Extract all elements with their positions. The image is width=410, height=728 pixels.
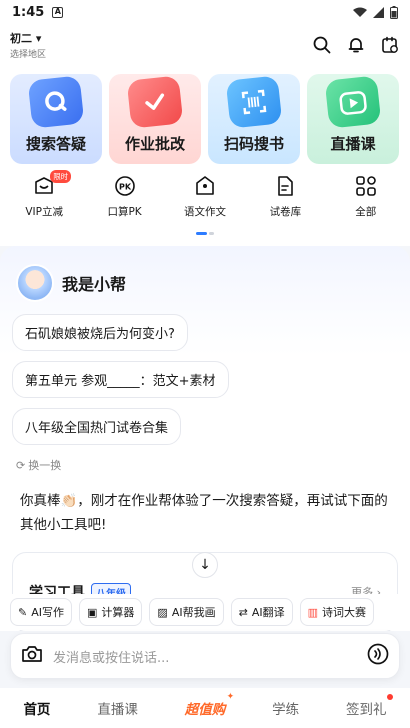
sparkle-icon: ✦ — [226, 692, 235, 702]
magnifier-icon — [27, 75, 85, 129]
play-tv-icon — [324, 75, 382, 129]
suggestion-list: 石矶娘娘被烧后为何变小? 第五单元 参观_____：范文+素材 八年级全国热门试… — [0, 304, 410, 445]
dot — [209, 232, 214, 235]
caret-down-icon: ▾ — [35, 32, 42, 45]
tab-checkin[interactable]: 签到礼 — [346, 694, 393, 718]
suggestion-chip[interactable]: 八年级全国热门试卷合集 — [12, 408, 182, 445]
chip-label: 计算器 — [101, 606, 135, 619]
limited-badge: 限时 — [50, 170, 72, 183]
checkmark-icon — [126, 75, 184, 129]
pentagon-pen-icon — [193, 174, 217, 198]
small-tool-label: 全部 — [355, 206, 377, 218]
pk-icon-text: PK — [119, 183, 132, 192]
pk-icon: PK — [113, 174, 137, 198]
suggestion-chip[interactable]: 第五单元 参观_____：范文+素材 — [12, 361, 229, 398]
bot-name: 我是小帮 — [62, 275, 127, 294]
signal-icon — [373, 6, 384, 18]
chinese-essay-item[interactable]: 语文作文 — [169, 174, 241, 219]
card-label: 扫码搜书 — [223, 135, 284, 153]
bot-header: 我是小帮 — [0, 246, 410, 302]
chip-label: AI写作 — [31, 606, 64, 619]
small-tool-label: 口算PK — [107, 206, 142, 218]
refresh-label: 换一换 — [28, 459, 62, 472]
bot-message: 你真棒👏🏻，刚才在作业帮体验了一次搜索答疑，再试试下面的其他小工具吧! — [20, 493, 388, 533]
grid-icon — [354, 174, 378, 198]
tab-checkin-label: 签到礼 — [346, 702, 387, 718]
book-icon: ▥ — [307, 605, 318, 619]
calculator-icon: ▣ — [87, 605, 98, 619]
tab-deals-label: 超值购 — [184, 702, 226, 718]
card-label: 直播课 — [330, 135, 376, 153]
scan-icon — [225, 75, 283, 129]
voice-icon[interactable] — [367, 643, 389, 669]
card-label: 作业批改 — [124, 135, 185, 153]
tools-section: 搜索答疑 作业批改 扫码搜书 直播课 限时 VIP立减 PK 口算PK 语文作文 — [0, 66, 410, 246]
tab-practice[interactable]: 学练 — [272, 698, 299, 718]
unread-dot — [386, 694, 393, 700]
ai-writing-chip[interactable]: ✎ AI写作 — [10, 598, 72, 626]
all-tools-item[interactable]: 全部 — [330, 174, 402, 219]
grade-selector[interactable]: 初二 ▾ 选择地区 — [10, 30, 46, 60]
scan-book-card[interactable]: 扫码搜书 — [208, 74, 300, 164]
card-label: 搜索答疑 — [25, 135, 86, 153]
small-tools: 限时 VIP立减 PK 口算PK 语文作文 试卷库 全部 — [0, 164, 410, 219]
ai-draw-chip[interactable]: ▨ AI帮我画 — [149, 598, 224, 626]
arrow-down-icon: ↓ — [199, 557, 211, 573]
notification-icon: A — [52, 6, 64, 18]
status-time: 1:45 — [12, 4, 45, 20]
live-class-card[interactable]: 直播课 — [307, 74, 399, 164]
scroll-down-button[interactable]: ↓ — [192, 552, 218, 578]
status-right — [353, 5, 398, 19]
camera-icon[interactable] — [21, 644, 43, 668]
big-tools: 搜索答疑 作业批改 扫码搜书 直播课 — [0, 66, 410, 164]
vip-discount-item[interactable]: 限时 VIP立减 — [8, 170, 80, 219]
small-tool-label: 试卷库 — [269, 206, 302, 218]
poetry-contest-chip[interactable]: ▥ 诗词大赛 — [299, 598, 374, 626]
wifi-icon — [353, 7, 367, 17]
small-tool-label: 语文作文 — [183, 206, 226, 218]
image-icon: ▨ — [157, 605, 168, 619]
calendar-icon[interactable] — [380, 35, 400, 55]
top-header: 初二 ▾ 选择地区 — [0, 24, 410, 66]
search-icon[interactable] — [312, 35, 332, 55]
refresh-icon: ⟳ — [16, 458, 26, 472]
dot-active — [196, 232, 207, 235]
exam-library-item[interactable]: 试卷库 — [249, 174, 321, 219]
bell-icon[interactable] — [346, 35, 366, 55]
search-qa-card[interactable]: 搜索答疑 — [10, 74, 102, 164]
message-input[interactable]: 发消息或按住说话... — [53, 647, 367, 666]
tab-live[interactable]: 直播课 — [97, 698, 138, 718]
bot-avatar — [16, 264, 54, 302]
chip-label: AI帮我画 — [171, 606, 216, 619]
header-icons — [312, 35, 400, 55]
tab-home[interactable]: 首页 — [23, 698, 50, 718]
chat-panel: 我是小帮 石矶娘娘被烧后为何变小? 第五单元 参观_____：范文+素材 八年级… — [0, 246, 410, 631]
region-hint: 选择地区 — [10, 50, 47, 60]
chip-label: 诗词大赛 — [322, 606, 366, 619]
refresh-button[interactable]: ⟳ 换一换 — [16, 457, 410, 473]
homework-check-card[interactable]: 作业批改 — [109, 74, 201, 164]
page-indicator — [196, 232, 214, 235]
suggestion-chip[interactable]: 石矶娘娘被烧后为何变小? — [12, 314, 188, 351]
status-bar: 1:45 A — [0, 0, 410, 24]
grade-text: 初二 — [10, 32, 32, 45]
battery-icon — [390, 5, 398, 19]
small-tool-label: VIP立减 — [25, 206, 63, 218]
document-icon — [273, 174, 297, 198]
quick-tools-bar: ✎ AI写作 ▣ 计算器 ▨ AI帮我画 ⇄ AI翻译 ▥ 诗词大赛 — [0, 594, 410, 630]
tab-deals[interactable]: 超值购 ✦ — [184, 692, 235, 718]
message-input-bar: 发消息或按住说话... — [10, 633, 400, 679]
grade-label: 初二 ▾ — [10, 30, 46, 46]
translate-icon: ⇄ — [238, 605, 248, 619]
mental-math-pk-item[interactable]: PK 口算PK — [89, 174, 161, 219]
calculator-chip[interactable]: ▣ 计算器 — [79, 598, 143, 626]
chip-label: AI翻译 — [251, 606, 285, 619]
ai-translate-chip[interactable]: ⇄ AI翻译 — [230, 598, 293, 626]
pen-icon: ✎ — [18, 605, 28, 619]
bottom-tab-bar: 首页 直播课 超值购 ✦ 学练 签到礼 — [0, 688, 410, 728]
